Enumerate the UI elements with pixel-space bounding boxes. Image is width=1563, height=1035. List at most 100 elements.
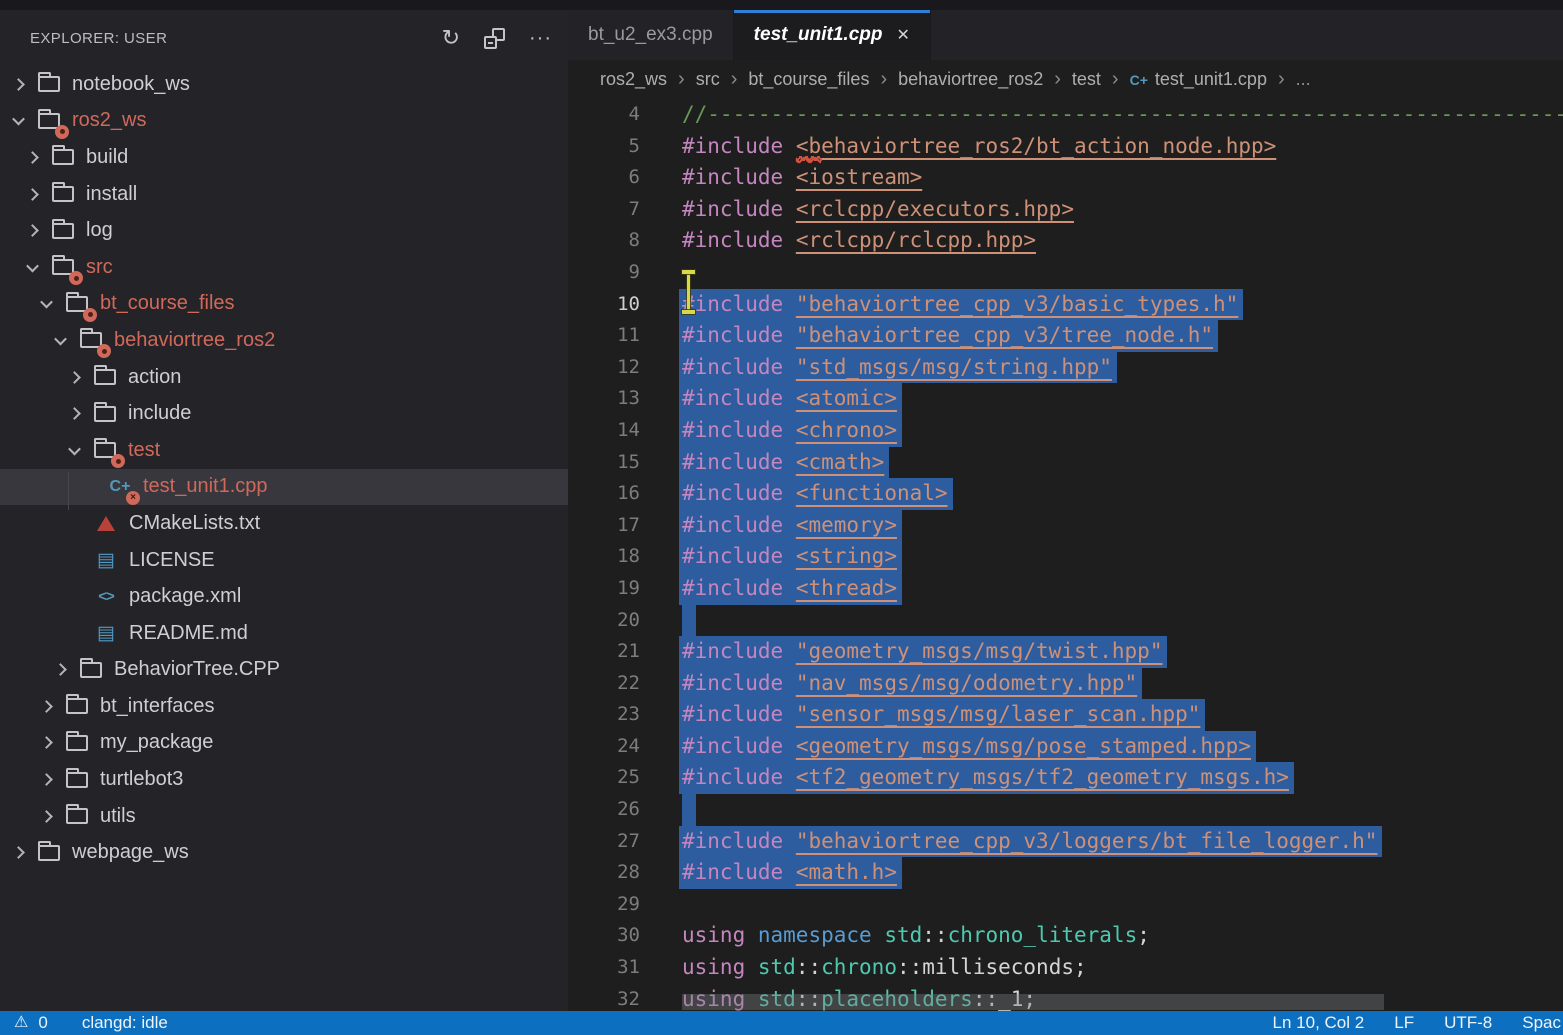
chevron-right-icon[interactable]: [12, 846, 25, 859]
language-server-status[interactable]: clangd: idle: [82, 1013, 168, 1033]
code-line[interactable]: 30using namespace std::chrono_literals;: [568, 920, 1563, 952]
problems-indicator[interactable]: ⚠ 0 clangd: idle: [0, 1013, 168, 1033]
line-number: 4: [568, 99, 640, 131]
tree-item-turtlebot3[interactable]: turtlebot3: [0, 761, 568, 798]
chevron-down-icon[interactable]: [26, 259, 39, 272]
code-line[interactable]: 23#include "sensor_msgs/msg/laser_scan.h…: [568, 699, 1563, 731]
chevron-right-icon[interactable]: [12, 78, 25, 91]
line-number: 23: [568, 699, 640, 731]
code-line[interactable]: 28#include <math.h>: [568, 857, 1563, 889]
code-line[interactable]: 25#include <tf2_geometry_msgs/tf2_geomet…: [568, 762, 1563, 794]
refresh-explorer-icon[interactable]: ↻: [442, 27, 460, 49]
code-line[interactable]: 15#include <cmath>: [568, 447, 1563, 479]
folder-icon: [66, 772, 88, 788]
tree-item-BehaviorTree.CPP[interactable]: BehaviorTree.CPP: [0, 652, 568, 689]
tree-item-notebook_ws[interactable]: notebook_ws: [0, 66, 568, 103]
code-line[interactable]: 11#include "behaviortree_cpp_v3/tree_nod…: [568, 320, 1563, 352]
breadcrumb-item-behaviortree_ros2[interactable]: behaviortree_ros2: [898, 69, 1043, 90]
chevron-right-icon[interactable]: [40, 810, 53, 823]
code-line[interactable]: 21#include "geometry_msgs/msg/twist.hpp": [568, 636, 1563, 668]
code-line[interactable]: 10#include "behaviortree_cpp_v3/basic_ty…: [568, 289, 1563, 321]
tree-item-utils[interactable]: utils: [0, 798, 568, 835]
cursor-position[interactable]: Ln 10, Col 2: [1273, 1013, 1365, 1033]
tree-item-include[interactable]: include: [0, 395, 568, 432]
breadcrumb-item-...[interactable]: ...: [1296, 69, 1311, 90]
chevron-right-icon[interactable]: [68, 407, 81, 420]
chevron-right-icon[interactable]: [40, 773, 53, 786]
code-text: #include "behaviortree_cpp_v3/basic_type…: [640, 289, 1243, 321]
code-line[interactable]: 7#include <rclcpp/executors.hpp>: [568, 194, 1563, 226]
code-line[interactable]: 8#include <rclcpp/rclcpp.hpp>: [568, 225, 1563, 257]
code-line[interactable]: 13#include <atomic>: [568, 383, 1563, 415]
tree-item-ros2_ws[interactable]: ros2_ws: [0, 103, 568, 140]
chevron-right-icon[interactable]: [68, 371, 81, 384]
breadcrumb-item-ros2_ws[interactable]: ros2_ws: [600, 69, 667, 90]
tab-test_unit1.cpp[interactable]: test_unit1.cpp✕: [734, 10, 931, 60]
tree-item-install[interactable]: install: [0, 176, 568, 213]
code-line[interactable]: 17#include <memory>: [568, 510, 1563, 542]
tree-item-webpage_ws[interactable]: webpage_ws: [0, 834, 568, 871]
code-line[interactable]: 29: [568, 889, 1563, 921]
tree-item-README.md[interactable]: ▤README.md: [0, 615, 568, 652]
horizontal-scrollbar[interactable]: [682, 994, 1384, 1010]
code-line[interactable]: 4//-------------------------------------…: [568, 99, 1563, 131]
tree-item-label: package.xml: [129, 585, 241, 608]
indent-indicator[interactable]: Spac: [1522, 1013, 1561, 1033]
code-line[interactable]: 9: [568, 257, 1563, 289]
tree-item-my_package[interactable]: my_package: [0, 725, 568, 762]
tree-item-bt_interfaces[interactable]: bt_interfaces: [0, 688, 568, 725]
code-line[interactable]: 26: [568, 794, 1563, 826]
tree-item-test[interactable]: test: [0, 432, 568, 469]
code-line[interactable]: 24#include <geometry_msgs/msg/pose_stamp…: [568, 731, 1563, 763]
tree-item-bt_course_files[interactable]: bt_course_files: [0, 286, 568, 323]
code-line[interactable]: 18#include <string>: [568, 541, 1563, 573]
code-line[interactable]: 12#include "std_msgs/msg/string.hpp": [568, 352, 1563, 384]
code-line[interactable]: 27#include "behaviortree_cpp_v3/loggers/…: [568, 826, 1563, 858]
chevron-right-icon[interactable]: [40, 737, 53, 750]
code-line[interactable]: 22#include "nav_msgs/msg/odometry.hpp": [568, 668, 1563, 700]
tree-item-package.xml[interactable]: <>package.xml: [0, 578, 568, 615]
tree-item-label: LICENSE: [129, 549, 215, 572]
tab-bt_u2_ex3.cpp[interactable]: bt_u2_ex3.cpp: [568, 10, 734, 60]
code-editor[interactable]: 4//-------------------------------------…: [568, 99, 1563, 1011]
code-line[interactable]: 6#include <iostream>: [568, 162, 1563, 194]
code-text: #include "nav_msgs/msg/odometry.hpp": [640, 668, 1142, 700]
breadcrumb-item-src[interactable]: src: [696, 69, 720, 90]
tree-item-CMakeLists.txt[interactable]: CMakeLists.txt: [0, 505, 568, 542]
tree-item-action[interactable]: action: [0, 359, 568, 396]
breadcrumb-item-bt_course_files[interactable]: bt_course_files: [748, 69, 869, 90]
chevron-right-icon[interactable]: [26, 224, 39, 237]
line-number: 22: [568, 668, 640, 700]
code-line[interactable]: 19#include <thread>: [568, 573, 1563, 605]
tree-item-LICENSE[interactable]: ▤LICENSE: [0, 542, 568, 579]
chevron-right-icon[interactable]: [54, 663, 67, 676]
tree-item-test_unit1.cpp[interactable]: C+×test_unit1.cpp: [0, 469, 568, 506]
tree-item-src[interactable]: src: [0, 249, 568, 286]
tree-item-build[interactable]: build: [0, 139, 568, 176]
chevron-right-icon[interactable]: [40, 700, 53, 713]
code-line[interactable]: 31using std::chrono::milliseconds;: [568, 952, 1563, 984]
breadcrumb-separator: ›: [1054, 68, 1061, 91]
close-tab-icon[interactable]: ✕: [896, 25, 909, 45]
code-line[interactable]: 14#include <chrono>: [568, 415, 1563, 447]
chevron-down-icon[interactable]: [12, 113, 25, 126]
tree-item-log[interactable]: log: [0, 212, 568, 249]
chevron-down-icon[interactable]: [40, 296, 53, 309]
breadcrumb-item-test[interactable]: test: [1072, 69, 1101, 90]
collapse-folders-icon[interactable]: [484, 28, 505, 49]
more-actions-icon[interactable]: ···: [529, 33, 552, 43]
eol-indicator[interactable]: LF: [1394, 1013, 1414, 1033]
tree-item-behaviortree_ros2[interactable]: behaviortree_ros2: [0, 322, 568, 359]
code-line[interactable]: 5#include <behaviortree_ros2/bt_action_n…: [568, 131, 1563, 163]
selection-highlight: #include <atomic>: [679, 383, 902, 415]
chevron-right-icon[interactable]: [26, 188, 39, 201]
line-number: 28: [568, 857, 640, 889]
window-top-strip: [0, 0, 1563, 10]
chevron-right-icon[interactable]: [26, 151, 39, 164]
encoding-indicator[interactable]: UTF-8: [1444, 1013, 1492, 1033]
code-line[interactable]: 20: [568, 605, 1563, 637]
chevron-down-icon[interactable]: [54, 333, 67, 346]
breadcrumb-item-test_unit1.cpp[interactable]: C+test_unit1.cpp: [1130, 69, 1267, 90]
chevron-down-icon[interactable]: [68, 442, 81, 455]
code-line[interactable]: 16#include <functional>: [568, 478, 1563, 510]
